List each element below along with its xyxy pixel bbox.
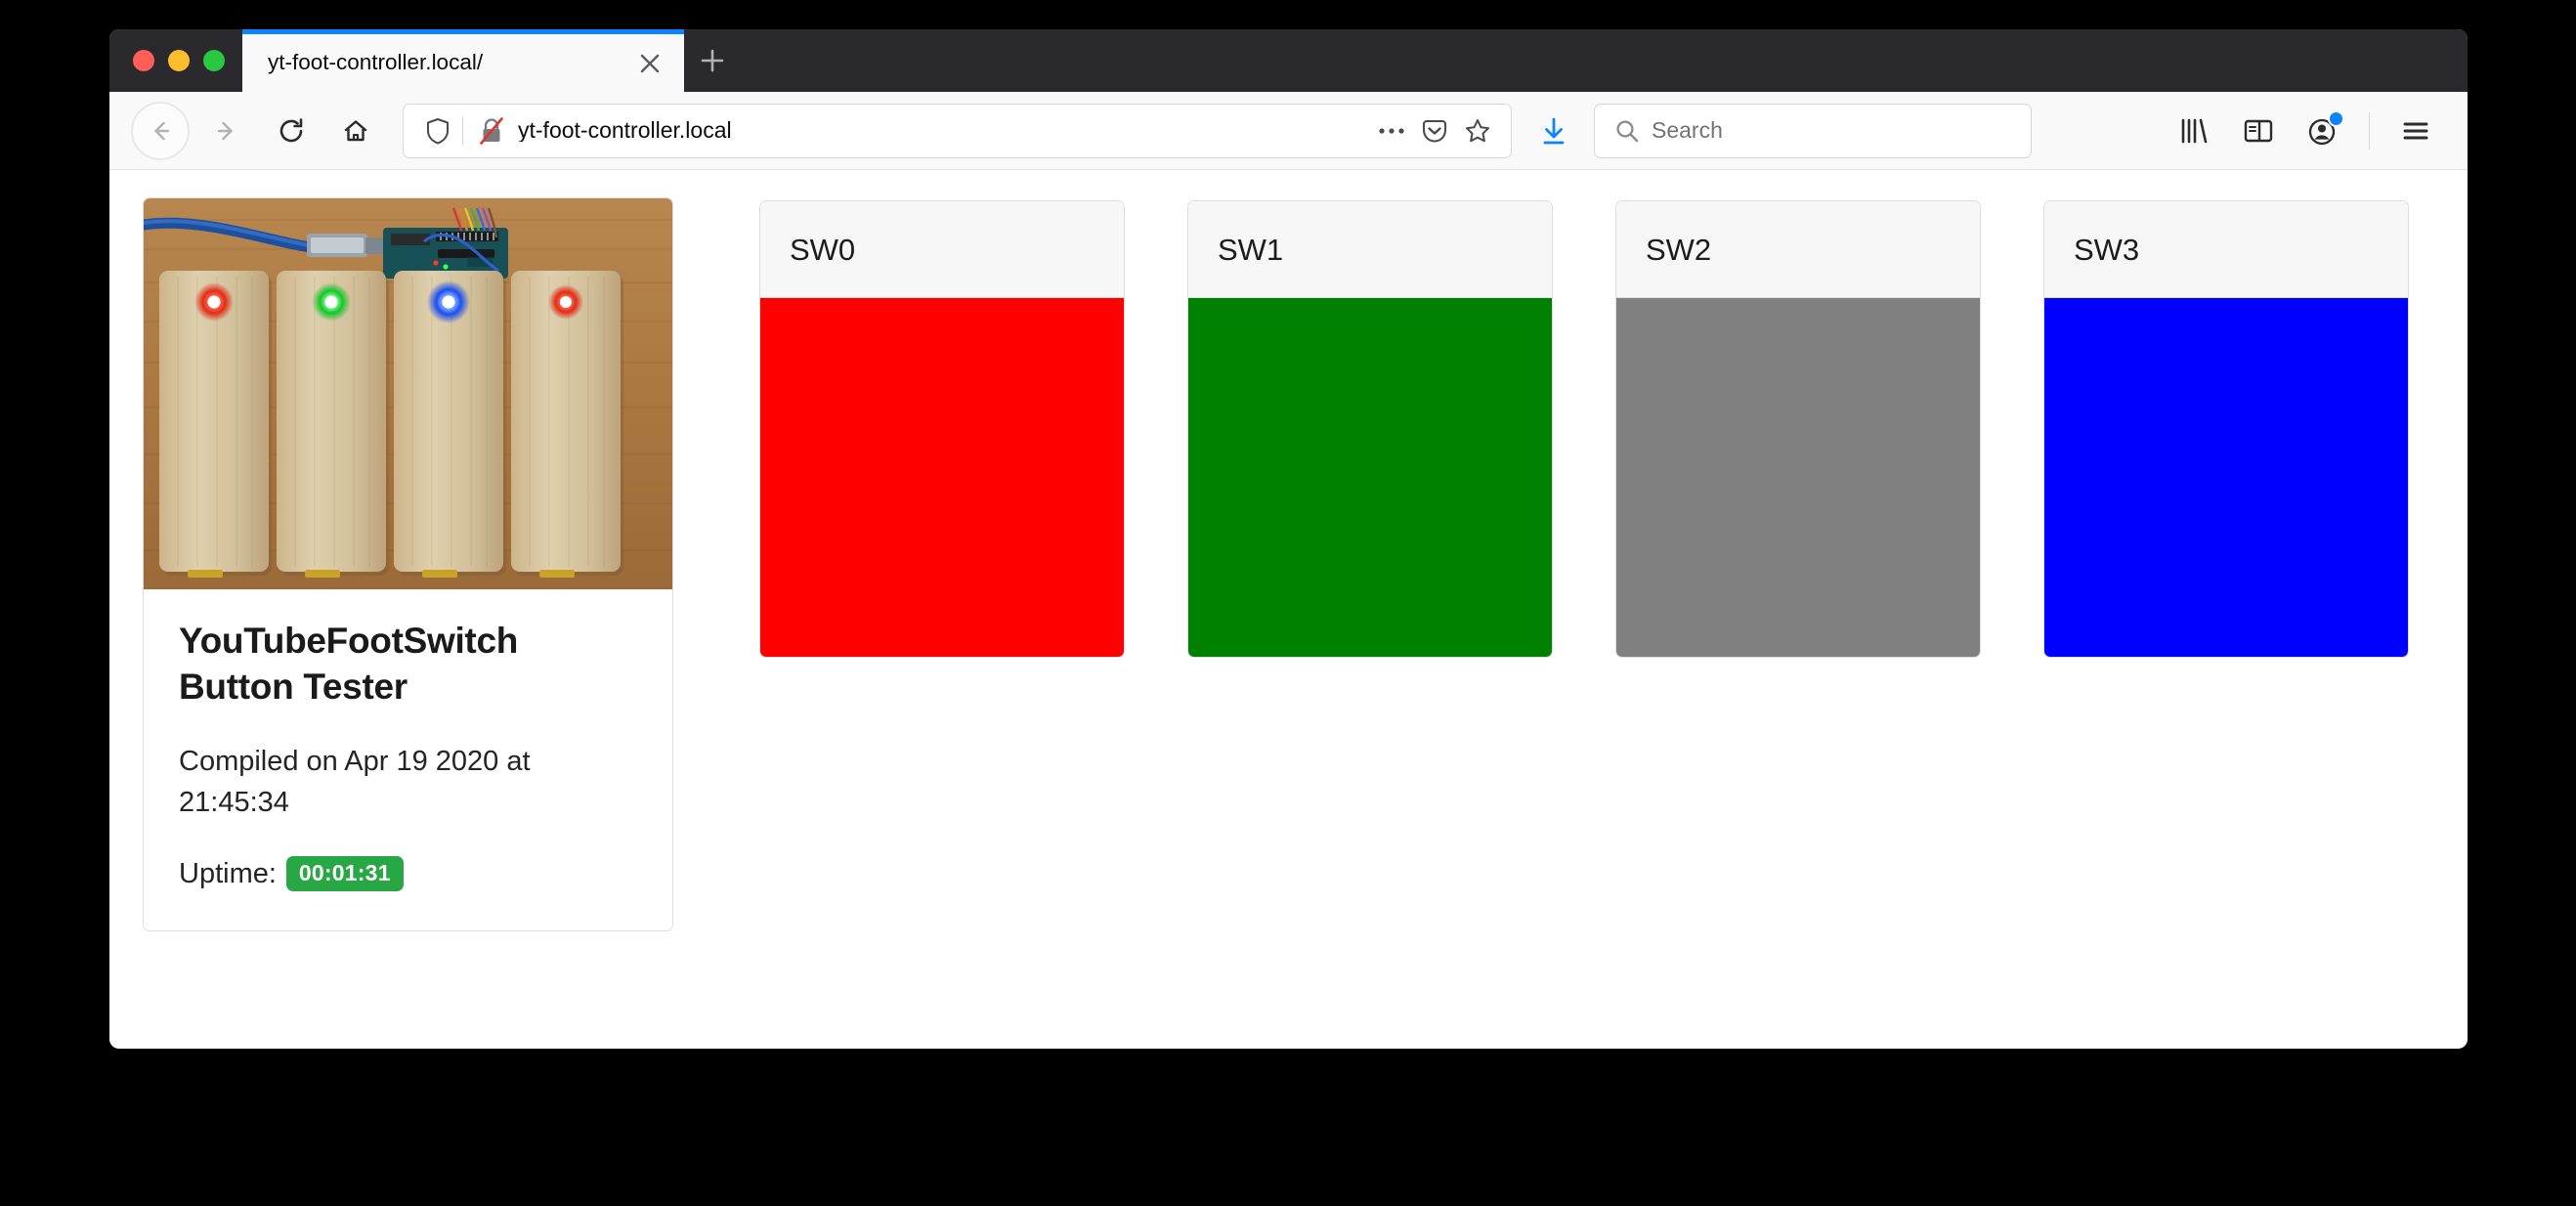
account-notification-badge bbox=[2328, 109, 2344, 127]
device-photo bbox=[144, 198, 672, 589]
switch-label: SW2 bbox=[1646, 232, 1712, 267]
search-icon bbox=[1610, 118, 1644, 144]
uptime-badge: 00:01:31 bbox=[285, 856, 404, 892]
forward-arrow-icon bbox=[217, 121, 233, 140]
info-card-body: YouTubeFootSwitch Button Tester Compiled… bbox=[144, 589, 672, 930]
switch-card-header: SW3 bbox=[2044, 201, 2408, 298]
back-arrow-icon bbox=[154, 121, 170, 140]
window-maximize-button[interactable] bbox=[203, 50, 225, 71]
insecure-connection-icon[interactable] bbox=[475, 116, 508, 146]
download-button[interactable] bbox=[1527, 105, 1580, 157]
page-actions-ellipsis-icon[interactable] bbox=[1372, 109, 1411, 152]
switch-card-sw3[interactable]: SW3 bbox=[2043, 200, 2409, 658]
library-icon[interactable] bbox=[2164, 102, 2224, 160]
switch-grid: SW0 SW1 SW2 SW3 bbox=[759, 197, 2434, 658]
url-divider bbox=[462, 115, 463, 146]
toolbar-right-icons bbox=[2164, 102, 2446, 160]
switch-card-sw1[interactable]: SW1 bbox=[1187, 200, 1553, 658]
switch-label: SW0 bbox=[790, 232, 856, 267]
search-input[interactable]: Search bbox=[1652, 119, 2017, 142]
uptime-row: Uptime: 00:01:31 bbox=[179, 856, 637, 892]
switch-card-sw0[interactable]: SW0 bbox=[759, 200, 1125, 658]
hamburger-menu-icon[interactable] bbox=[2385, 102, 2446, 160]
bookmark-star-icon[interactable] bbox=[1458, 109, 1497, 152]
home-icon bbox=[344, 119, 367, 141]
switch-card-header: SW1 bbox=[1188, 201, 1552, 298]
toolbar-separator bbox=[2369, 111, 2370, 150]
switch-state-indicator[interactable] bbox=[760, 298, 1124, 657]
reload-button[interactable] bbox=[262, 102, 321, 160]
sidebar-icon[interactable] bbox=[2228, 102, 2289, 160]
window-traffic-lights bbox=[109, 29, 242, 92]
uptime-label: Uptime: bbox=[179, 857, 277, 889]
browser-tab-active[interactable]: yt-foot-controller.local/ bbox=[242, 29, 684, 92]
compiled-timestamp: Compiled on Apr 19 2020 at 21:45:34 bbox=[179, 746, 531, 819]
account-icon[interactable] bbox=[2293, 102, 2353, 160]
page-content: YouTubeFootSwitch Button Tester Compiled… bbox=[109, 170, 2468, 1048]
tab-strip: yt-foot-controller.local/ bbox=[109, 29, 2468, 92]
switch-label: SW1 bbox=[1218, 232, 1284, 267]
tab-close-icon[interactable] bbox=[635, 49, 665, 78]
content-row: YouTubeFootSwitch Button Tester Compiled… bbox=[143, 197, 2434, 932]
info-card: YouTubeFootSwitch Button Tester Compiled… bbox=[143, 197, 673, 932]
download-arrow-icon bbox=[1543, 117, 1565, 144]
window-minimize-button[interactable] bbox=[168, 50, 190, 71]
navigation-toolbar: yt-foot-controller.local Search bbox=[109, 92, 2468, 170]
home-button[interactable] bbox=[326, 102, 385, 160]
switch-card-header: SW0 bbox=[760, 201, 1124, 298]
back-button[interactable] bbox=[131, 101, 190, 160]
url-bar[interactable]: yt-foot-controller.local bbox=[403, 103, 1512, 158]
url-text: yt-foot-controller.local bbox=[518, 119, 732, 142]
tab-title: yt-foot-controller.local/ bbox=[268, 52, 484, 74]
page-title: YouTubeFootSwitch Button Tester bbox=[179, 621, 519, 707]
shield-icon[interactable] bbox=[421, 117, 454, 145]
switch-state-indicator[interactable] bbox=[1616, 298, 1980, 657]
switch-card-header: SW2 bbox=[1616, 201, 1980, 298]
switch-label: SW3 bbox=[2074, 232, 2140, 267]
switch-state-indicator[interactable] bbox=[1188, 298, 1552, 657]
browser-window: yt-foot-controller.local/ yt-foot-contro… bbox=[109, 29, 2468, 1049]
window-close-button[interactable] bbox=[133, 50, 154, 71]
pocket-icon[interactable] bbox=[1415, 109, 1454, 152]
new-tab-button[interactable] bbox=[684, 29, 741, 92]
switch-state-indicator[interactable] bbox=[2044, 298, 2408, 657]
reload-icon bbox=[279, 117, 303, 142]
forward-button[interactable] bbox=[197, 102, 256, 160]
switch-card-sw2[interactable]: SW2 bbox=[1615, 200, 1981, 658]
search-bar[interactable]: Search bbox=[1594, 103, 2032, 158]
